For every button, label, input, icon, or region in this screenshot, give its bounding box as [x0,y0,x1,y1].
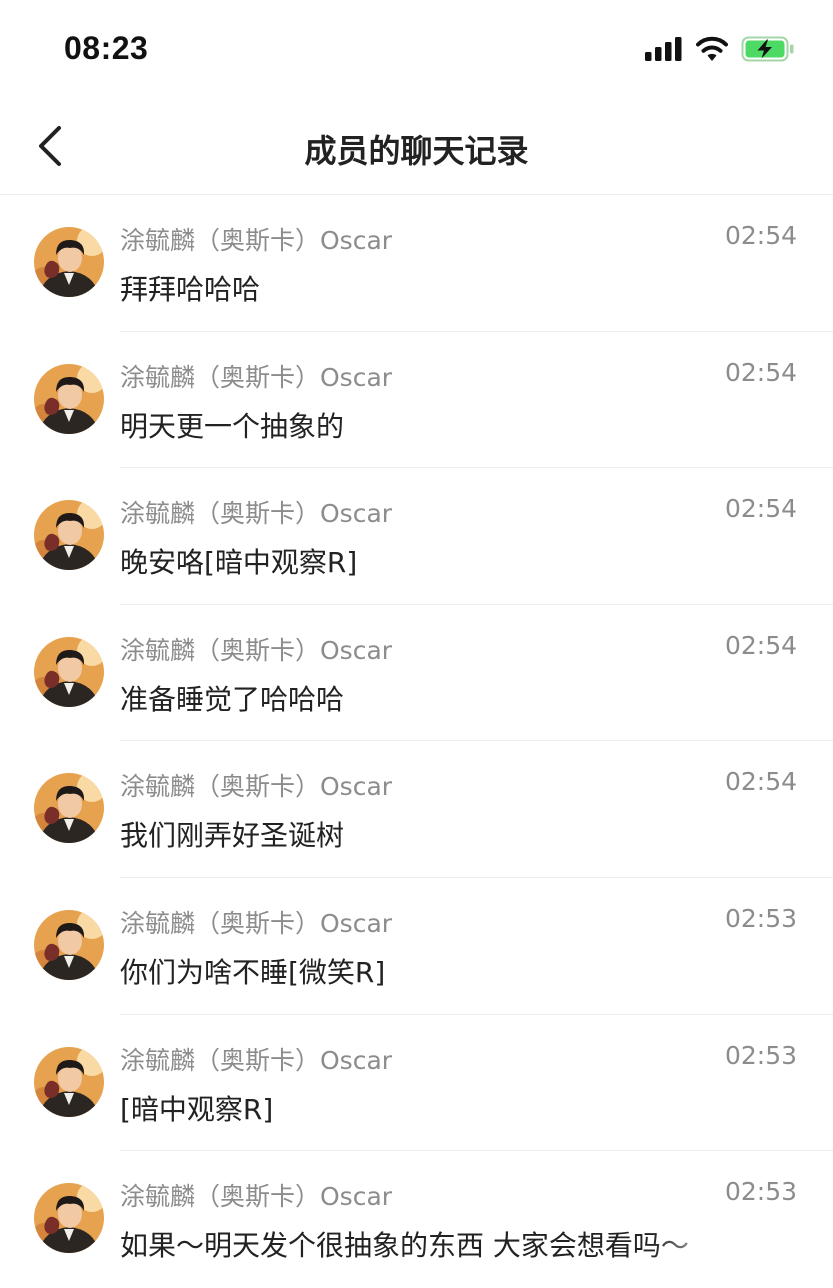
message-list: 涂毓麟（奥斯卡）Oscar 02:54 拜拜哈哈哈 涂毓麟（奥斯卡）Oscar … [0,195,833,1288]
message-time: 02:53 [724,903,797,933]
avatar[interactable] [34,363,104,434]
sender-name: 涂毓麟（奥斯卡）Oscar [120,1182,393,1212]
message-text: 明天更一个抽象的 [120,409,345,443]
status-time: 08:23 [64,30,149,66]
avatar[interactable] [34,1046,104,1117]
sender-name: 涂毓麟（奥斯卡）Oscar [120,908,393,938]
message-text: 晚安咯[暗中观察R] [120,546,358,580]
message-text: 我们刚弄好圣诞树 [120,819,345,853]
message-time: 02:54 [724,767,797,797]
battery-charging-icon [741,36,794,62]
message-text: 你们为啥不睡[微笑R] [120,955,386,989]
sender-name: 涂毓麟（奥斯卡）Oscar [120,362,393,392]
message-row[interactable]: 涂毓麟（奥斯卡）Oscar 02:54 明天更一个抽象的 [0,332,833,469]
avatar[interactable] [34,909,104,980]
message-row[interactable]: 涂毓麟（奥斯卡）Oscar 02:53 [暗中观察R] [0,1015,833,1152]
message-row[interactable]: 涂毓麟（奥斯卡）Oscar 02:54 拜拜哈哈哈 [0,195,833,332]
sender-name: 涂毓麟（奥斯卡）Oscar [120,772,393,802]
message-row[interactable]: 涂毓麟（奥斯卡）Oscar 02:54 晚安咯[暗中观察R] [0,468,833,605]
avatar[interactable] [34,1183,104,1254]
signal-icon [645,37,682,61]
message-text: 如果～明天发个很抽象的东西 大家会想看吗～ [120,1229,689,1263]
message-time: 02:54 [724,630,797,660]
message-row[interactable]: 涂毓麟（奥斯卡）Oscar 02:54 准备睡觉了哈哈哈 [0,605,833,742]
message-row[interactable]: 涂毓麟（奥斯卡）Oscar 02:53 你们为啥不睡[微笑R] [0,878,833,1015]
sender-name: 涂毓麟（奥斯卡）Oscar [120,635,393,665]
message-time: 02:54 [724,357,797,387]
message-text: [暗中观察R] [120,1092,274,1126]
message-time: 02:53 [724,1177,797,1207]
message-text: 拜拜哈哈哈 [120,273,261,306]
avatar[interactable] [34,227,104,297]
message-time: 02:54 [724,221,797,250]
avatar[interactable] [34,773,104,844]
nav-bar: 成员的聊天记录 [0,100,833,195]
sender-name: 涂毓麟（奥斯卡）Oscar [120,499,393,529]
message-text: 准备睡觉了哈哈哈 [120,682,345,716]
status-bar: 08:23 [0,0,833,100]
message-row[interactable]: 涂毓麟（奥斯卡）Oscar 02:54 我们刚弄好圣诞树 [0,741,833,878]
sender-name: 涂毓麟（奥斯卡）Oscar [120,226,393,255]
sender-name: 涂毓麟（奥斯卡）Oscar [120,1045,393,1075]
page-title: 成员的聊天记录 [304,132,529,170]
message-row[interactable]: 涂毓麟（奥斯卡）Oscar 02:53 如果～明天发个很抽象的东西 大家会想看吗… [0,1151,833,1288]
avatar[interactable] [34,500,104,571]
status-icons [645,36,795,62]
wifi-icon [696,36,728,61]
message-time: 02:54 [724,494,797,524]
message-time: 02:53 [724,1040,797,1070]
avatar[interactable] [34,636,104,707]
